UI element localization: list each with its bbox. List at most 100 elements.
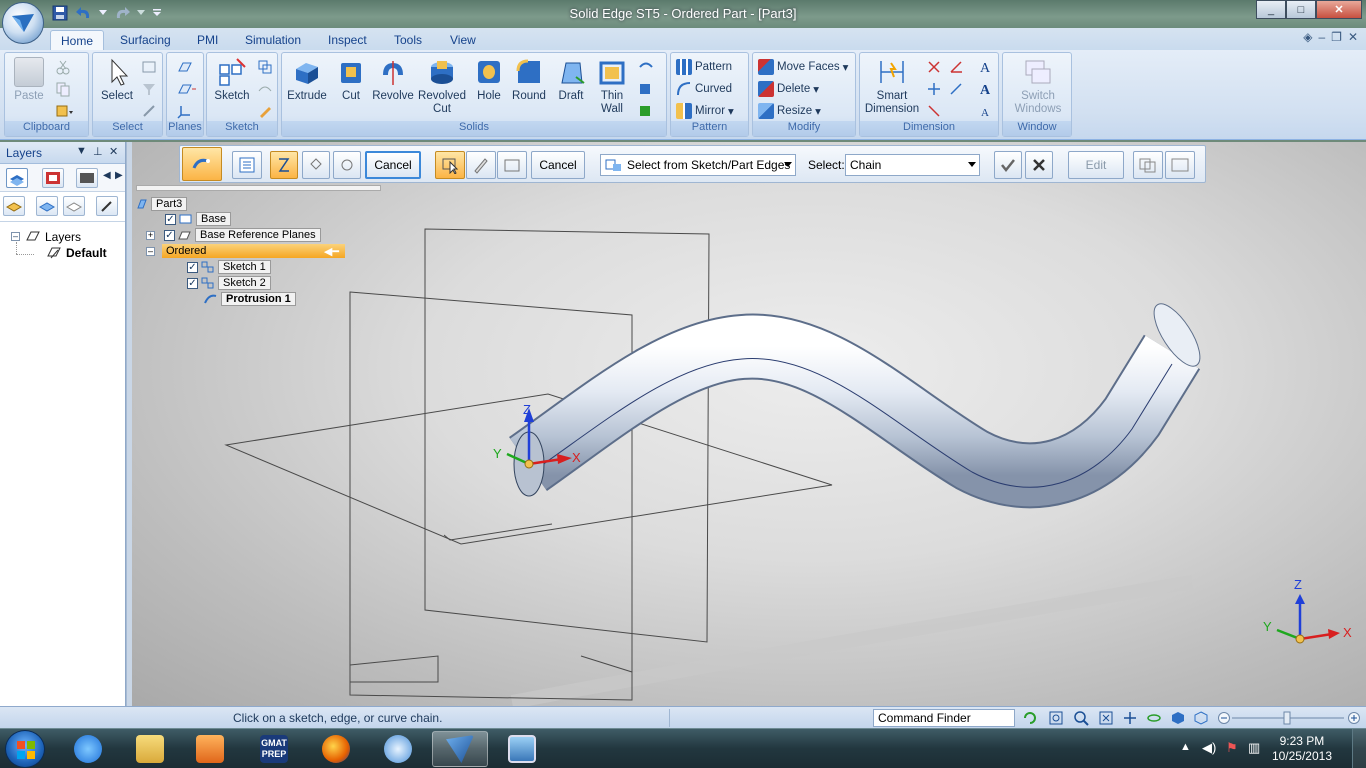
close-button[interactable]: ✕ bbox=[1316, 0, 1362, 19]
path-step-button[interactable] bbox=[232, 151, 262, 179]
sketch1-checkbox[interactable]: ✓ bbox=[187, 261, 198, 273]
doc-restore-icon[interactable]: ❐ bbox=[1331, 30, 1342, 44]
paste-button[interactable]: Paste bbox=[11, 57, 47, 103]
dimension-chamfer-icon[interactable] bbox=[926, 103, 942, 119]
show-layer-icon[interactable] bbox=[36, 196, 58, 216]
tree-protrusion-1[interactable]: Protrusion 1 bbox=[204, 292, 296, 306]
taskbar-media-player[interactable] bbox=[182, 731, 238, 767]
selection-source-dropdown[interactable]: Select from Sketch/Part Edges bbox=[600, 154, 796, 176]
cross-section-button[interactable] bbox=[302, 151, 330, 179]
clock[interactable]: 9:23 PM 10/25/2013 bbox=[1272, 734, 1332, 764]
minimize-button[interactable]: _ bbox=[1256, 0, 1286, 19]
pattern-button[interactable]: Pattern bbox=[676, 58, 732, 76]
cancel-button-1[interactable]: Cancel bbox=[365, 151, 421, 179]
doc-minimize-icon[interactable]: – bbox=[1318, 30, 1325, 44]
resize-button[interactable]: Resize ▾ bbox=[758, 102, 821, 120]
view-triad[interactable]: Z X Y bbox=[1263, 577, 1352, 644]
tree-base-reference-planes[interactable]: + ✓ Base Reference Planes bbox=[146, 228, 321, 242]
solids-more-1-icon[interactable] bbox=[638, 59, 654, 75]
move-faces-dropdown-icon[interactable]: ▾ bbox=[843, 60, 849, 74]
coordinate-system-icon[interactable] bbox=[177, 103, 193, 119]
layer-properties-icon[interactable] bbox=[96, 196, 118, 216]
select-sketch-button[interactable] bbox=[435, 151, 465, 179]
round-button[interactable]: Round bbox=[509, 57, 549, 103]
graphics-viewport[interactable]: Z X Y Z X Y Part3 ✓ Base + ✓ Base Refere… bbox=[132, 142, 1366, 706]
pane-menu-icon[interactable]: ▼ bbox=[76, 145, 87, 157]
solids-more-2-icon[interactable] bbox=[638, 81, 654, 97]
edit-button[interactable]: Edit bbox=[1068, 151, 1124, 179]
move-faces-button[interactable]: Move Faces ▾ bbox=[758, 58, 848, 76]
pane-close-icon[interactable]: ✕ bbox=[109, 145, 118, 158]
dimension-between-icon[interactable] bbox=[926, 59, 942, 75]
sketch-pencil-icon[interactable] bbox=[257, 103, 273, 119]
rotate-icon[interactable] bbox=[1146, 710, 1162, 726]
draft-button[interactable]: Draft bbox=[551, 57, 591, 103]
help-icon[interactable]: ◈ bbox=[1303, 30, 1312, 44]
solids-more-3-icon[interactable] bbox=[638, 103, 654, 119]
tree-sketch-1[interactable]: ✓ Sketch 1 bbox=[187, 260, 271, 274]
pane-tab-next-icon[interactable]: ▶ bbox=[115, 170, 123, 181]
library-tab-icon[interactable] bbox=[42, 168, 64, 188]
zoom-icon[interactable] bbox=[1073, 710, 1089, 726]
pan-icon[interactable] bbox=[1122, 710, 1138, 726]
sweep-options-button[interactable] bbox=[182, 147, 222, 181]
start-button[interactable] bbox=[5, 730, 45, 768]
tab-pmi[interactable]: PMI bbox=[187, 30, 228, 50]
smart-dimension-button[interactable]: Smart Dimension bbox=[862, 57, 922, 116]
command-finder-input[interactable] bbox=[873, 709, 1015, 727]
format-painter-icon[interactable] bbox=[55, 103, 73, 119]
mirror-button[interactable]: Mirror ▾ bbox=[676, 102, 734, 120]
thin-wall-button[interactable]: Thin Wall bbox=[592, 57, 632, 116]
taskbar-desktop-window[interactable] bbox=[494, 731, 550, 767]
tree-base[interactable]: ✓ Base bbox=[165, 212, 232, 226]
revolved-cut-button[interactable]: Revolved Cut bbox=[415, 57, 469, 116]
reference-plane-front[interactable] bbox=[349, 291, 633, 701]
refresh-view-icon[interactable] bbox=[1022, 710, 1038, 726]
dimension-symbolic-icon[interactable] bbox=[948, 81, 964, 97]
text-size-icon[interactable]: A bbox=[978, 81, 994, 98]
mirror-dropdown-icon[interactable]: ▾ bbox=[728, 104, 734, 118]
network-icon[interactable]: ▥ bbox=[1248, 740, 1260, 756]
hole-button[interactable]: Hole bbox=[469, 57, 509, 103]
show-desktop-button[interactable] bbox=[1352, 729, 1366, 768]
base-planes-checkbox[interactable]: ✓ bbox=[164, 229, 175, 241]
deselect-button[interactable] bbox=[1025, 151, 1053, 179]
select-tools-icon[interactable] bbox=[141, 103, 157, 119]
sketch-button[interactable]: Sketch bbox=[211, 57, 253, 103]
plane-normal-icon[interactable] bbox=[177, 81, 196, 97]
tab-simulation[interactable]: Simulation bbox=[235, 30, 311, 50]
sketch-copy-icon[interactable] bbox=[257, 59, 273, 75]
sketch2-checkbox[interactable]: ✓ bbox=[187, 277, 198, 289]
select-mode-dropdown[interactable]: Chain bbox=[845, 154, 980, 176]
taskbar-solid-edge[interactable] bbox=[432, 731, 488, 767]
application-button[interactable] bbox=[2, 2, 44, 44]
view-style-icon[interactable] bbox=[1193, 710, 1209, 726]
tab-inspect[interactable]: Inspect bbox=[318, 30, 377, 50]
model-scene[interactable]: Z X Y Z X Y bbox=[132, 142, 1366, 706]
tab-tools[interactable]: Tools bbox=[384, 30, 432, 50]
path-curve-button[interactable] bbox=[270, 151, 298, 179]
switch-windows-button[interactable]: Switch Windows bbox=[1007, 57, 1069, 116]
rollback-arrow-icon[interactable]: ◀━ bbox=[324, 245, 339, 258]
copy-icon[interactable] bbox=[55, 81, 71, 97]
ordered-collapse-icon[interactable]: – bbox=[146, 246, 155, 256]
layers-collapse-icon[interactable]: – bbox=[11, 232, 20, 241]
hide-layer-icon[interactable] bbox=[63, 196, 85, 216]
cut-button[interactable]: Cut bbox=[332, 57, 370, 103]
zoom-area-icon[interactable] bbox=[1048, 710, 1064, 726]
pane-pin-icon[interactable]: ⊥ bbox=[93, 145, 103, 158]
base-planes-expand-icon[interactable]: + bbox=[146, 230, 155, 240]
tray-expand-icon[interactable]: ▲ bbox=[1180, 741, 1191, 753]
tab-home[interactable]: Home bbox=[50, 30, 105, 50]
new-layer-icon[interactable] bbox=[3, 196, 25, 216]
layers-root-label[interactable]: Layers bbox=[45, 230, 81, 244]
tree-part3[interactable]: Part3 bbox=[136, 197, 188, 211]
pane-tab-prev-icon[interactable]: ◀ bbox=[103, 170, 111, 181]
sketch-project-icon[interactable] bbox=[257, 81, 273, 97]
cut-clipboard-icon[interactable] bbox=[55, 59, 71, 75]
delete-button[interactable]: Delete ▾ bbox=[758, 80, 819, 98]
select-filter-icon[interactable] bbox=[141, 59, 157, 75]
text-style-icon[interactable]: A bbox=[978, 59, 994, 76]
taskbar-safari[interactable] bbox=[370, 731, 426, 767]
curved-button[interactable]: Curved bbox=[676, 80, 732, 98]
